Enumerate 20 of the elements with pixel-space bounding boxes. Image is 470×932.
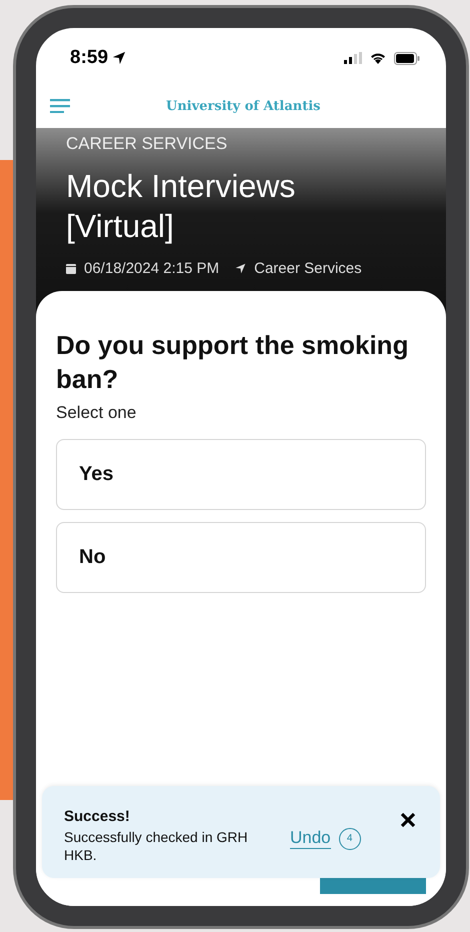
answer-option[interactable]: Yes — [56, 438, 426, 510]
calendar-icon — [66, 263, 76, 274]
event-category: CAREER SERVICES — [66, 134, 228, 154]
menu-icon[interactable] — [50, 99, 70, 113]
battery-icon — [394, 52, 420, 64]
question-hint: Select one — [56, 402, 138, 423]
university-logo: University of Atlantis — [166, 98, 320, 114]
toast-title: Success! — [64, 808, 131, 825]
event-title: Mock Interviews [Virtual] — [66, 167, 296, 246]
countdown-timer: 4 — [338, 828, 361, 850]
toast-message: Successfully checked in GRH HKB. — [64, 828, 249, 864]
location-icon — [112, 51, 126, 65]
answer-option[interactable]: No — [56, 522, 426, 593]
signal-icon — [344, 52, 362, 64]
status-time: 8:59 — [70, 47, 126, 69]
event-date: 06/18/2024 2:15 PM — [84, 260, 220, 277]
event-location: Career Services — [254, 260, 362, 277]
wifi-icon — [370, 52, 386, 64]
location-icon — [235, 263, 246, 274]
question-title: Do you support the smoking ban? — [56, 329, 410, 396]
